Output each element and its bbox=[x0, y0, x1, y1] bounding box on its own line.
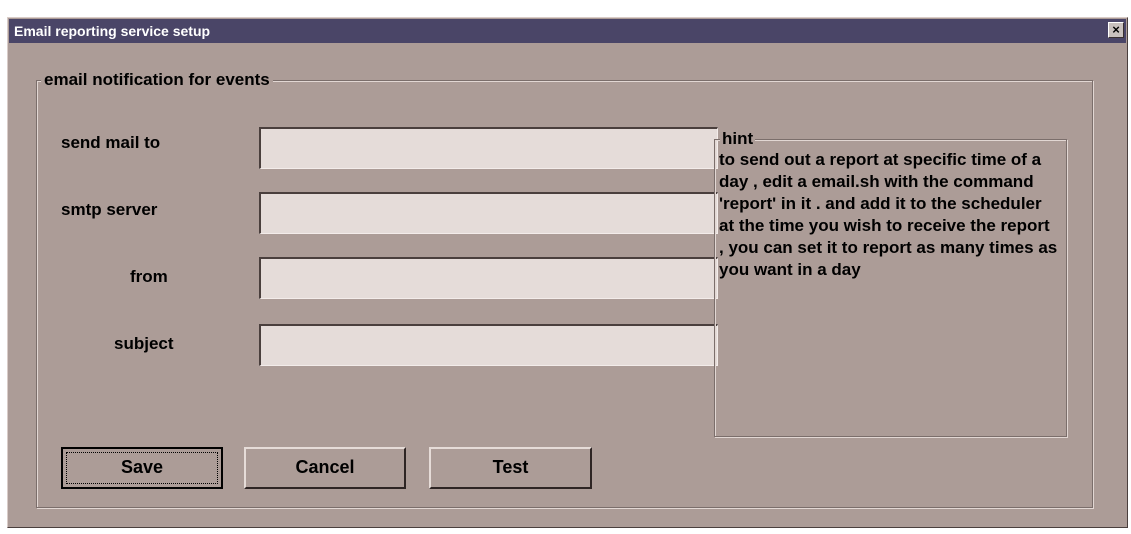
hint-legend: hint bbox=[720, 129, 756, 149]
test-button[interactable]: Test bbox=[429, 447, 592, 489]
save-button[interactable]: Save bbox=[61, 447, 223, 489]
cancel-button-label: Cancel bbox=[295, 457, 355, 477]
email-notification-group: email notification for events send mail … bbox=[36, 70, 1093, 508]
close-button[interactable]: × bbox=[1108, 22, 1124, 38]
subject-label: subject bbox=[114, 334, 174, 353]
subject-input[interactable] bbox=[259, 324, 718, 366]
from-input[interactable] bbox=[259, 257, 718, 299]
smtp-server-input[interactable] bbox=[259, 192, 718, 234]
cancel-button[interactable]: Cancel bbox=[244, 447, 406, 489]
email-setup-dialog: Email reporting service setup × email no… bbox=[7, 17, 1128, 528]
send-mail-to-input[interactable] bbox=[259, 127, 718, 169]
send-mail-to-label: send mail to bbox=[61, 133, 161, 152]
from-label: from bbox=[130, 267, 168, 286]
hint-group: hint to send out a report at specific ti… bbox=[714, 129, 1067, 437]
focus-rectangle bbox=[66, 452, 218, 484]
test-button-label: Test bbox=[492, 457, 529, 477]
group-legend: email notification for events bbox=[41, 70, 273, 90]
window-title: Email reporting service setup bbox=[14, 23, 211, 39]
title-bar[interactable]: Email reporting service setup × bbox=[9, 19, 1126, 43]
close-icon: × bbox=[1112, 22, 1120, 37]
smtp-server-label: smtp server bbox=[61, 200, 158, 219]
hint-text: to send out a report at specific time of… bbox=[719, 150, 1058, 279]
